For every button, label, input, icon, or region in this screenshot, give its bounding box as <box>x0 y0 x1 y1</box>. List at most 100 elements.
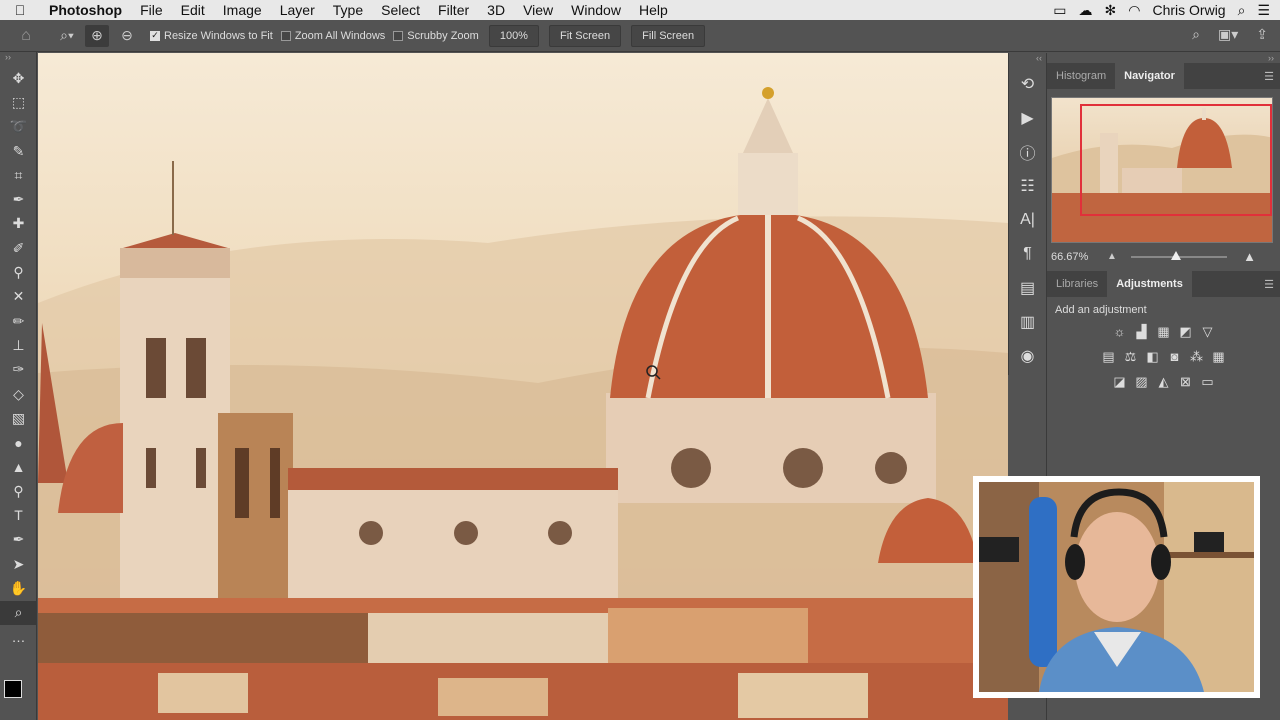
navigator-preview[interactable] <box>1051 97 1273 243</box>
move-tool-icon[interactable]: ✥ <box>0 66 37 90</box>
posterize-icon[interactable]: ▨ <box>1134 374 1150 390</box>
workspace-icon[interactable]: ▣▾ <box>1218 26 1238 43</box>
invert-icon[interactable]: ◪ <box>1112 374 1128 390</box>
search-icon[interactable]: ⌕ <box>1192 26 1200 43</box>
tab-libraries[interactable]: Libraries <box>1047 271 1107 297</box>
properties-icon[interactable]: ▤ <box>1009 271 1046 305</box>
paint-brush-icon[interactable]: ✏ <box>0 309 37 333</box>
eyedropper-tool-icon[interactable]: ✒ <box>0 187 37 211</box>
color-swatches[interactable] <box>4 680 32 708</box>
actions-play-icon[interactable]: ▶ <box>1009 101 1046 135</box>
type-tool-icon[interactable]: T <box>0 503 37 527</box>
levels-icon[interactable]: ▟ <box>1134 324 1150 340</box>
navigator-view-box[interactable] <box>1080 104 1272 216</box>
brush-tool-icon[interactable]: ✐ <box>0 236 37 260</box>
healing-brush-tool-icon[interactable]: ✚ <box>0 212 37 236</box>
hand-tool-icon[interactable]: ✋ <box>0 576 37 600</box>
apple-icon[interactable]:  <box>0 2 40 18</box>
clone-stamp-tool-icon[interactable]: ⚲ <box>0 260 37 284</box>
tool-presets-icon[interactable]: ◉ <box>1009 339 1046 373</box>
history-icon[interactable]: ⟲ <box>1009 67 1046 101</box>
history-brush-tool-icon[interactable]: ✕ <box>0 285 37 309</box>
paragraph-icon[interactable]: ¶ <box>1009 237 1046 271</box>
resize-windows-checkbox[interactable]: ✓ Resize Windows to Fit <box>150 30 273 42</box>
clone-source-icon[interactable]: ☷ <box>1009 169 1046 203</box>
home-icon[interactable]: ⌂ <box>0 27 52 45</box>
menu-app-name[interactable]: Photoshop <box>40 2 131 18</box>
selective-color-icon[interactable]: ⊠ <box>1178 374 1194 390</box>
menu-file[interactable]: File <box>131 2 172 18</box>
spotlight-search-icon[interactable]: ⌕ <box>1238 2 1246 19</box>
quick-selection-tool-icon[interactable]: ✎ <box>0 139 37 163</box>
menu-edit[interactable]: Edit <box>172 2 214 18</box>
tab-navigator[interactable]: Navigator <box>1115 63 1184 89</box>
dodge-tool-icon[interactable]: ⚲ <box>0 479 37 503</box>
info-icon[interactable]: ⓘ <box>1009 135 1046 169</box>
foreground-color[interactable] <box>4 680 22 698</box>
fill-screen-button[interactable]: Fill Screen <box>631 24 706 47</box>
gradient-map-icon[interactable]: ▭ <box>1200 374 1216 390</box>
zoom-in-mountain-icon[interactable]: ▲ <box>1243 249 1256 264</box>
channel-mixer-icon[interactable]: ⁂ <box>1189 349 1205 365</box>
black-white-icon[interactable]: ◧ <box>1145 349 1161 365</box>
hue-saturation-icon[interactable]: ▤ <box>1101 349 1117 365</box>
wifi-icon[interactable]: ◠ <box>1128 2 1140 19</box>
collapse-panels-icon[interactable]: ›› <box>1047 53 1280 63</box>
share-icon[interactable]: ⇪ <box>1256 26 1268 43</box>
zoom-out-icon[interactable]: ⊖ <box>115 25 139 47</box>
zoom-out-mountain-icon[interactable]: ▲ <box>1107 251 1117 262</box>
tab-adjustments[interactable]: Adjustments <box>1107 271 1192 297</box>
sharpen-tool-icon[interactable]: ▲ <box>0 455 37 479</box>
document-canvas[interactable] <box>38 53 1008 720</box>
scrubby-zoom-checkbox[interactable]: Scrubby Zoom <box>393 30 479 42</box>
user-name[interactable]: Chris Orwig <box>1152 2 1225 18</box>
character-icon[interactable]: A| <box>1009 203 1046 237</box>
bluetooth-icon[interactable]: ✻ <box>1105 2 1117 19</box>
tab-histogram[interactable]: Histogram <box>1047 63 1115 89</box>
display-icon[interactable]: ▭ <box>1053 2 1066 19</box>
cloud-icon[interactable]: ☁ <box>1079 2 1093 19</box>
panel-menu-icon[interactable]: ☰ <box>1264 278 1274 291</box>
vibrance-icon[interactable]: ▽ <box>1200 324 1216 340</box>
menu-image[interactable]: Image <box>214 2 271 18</box>
color-balance-icon[interactable]: ⚖ <box>1123 349 1139 365</box>
navigator-zoom-value[interactable]: 66.67% <box>1051 251 1088 263</box>
art-history-brush-icon[interactable]: ✑ <box>0 358 37 382</box>
more-tools-icon[interactable]: … <box>0 625 37 649</box>
zoom-all-windows-checkbox[interactable]: Zoom All Windows <box>280 30 385 42</box>
panel-menu-icon[interactable]: ☰ <box>1264 70 1274 83</box>
zoom-in-icon[interactable]: ⊕ <box>85 24 109 47</box>
menu-view[interactable]: View <box>514 2 562 18</box>
brightness-icon[interactable]: ☼ <box>1112 324 1128 339</box>
menu-type[interactable]: Type <box>324 2 372 18</box>
collapse-toolbar-icon[interactable]: ›› <box>0 52 36 66</box>
zoom-100-button[interactable]: 100% <box>488 24 539 47</box>
curves-icon[interactable]: ▦ <box>1156 324 1172 340</box>
collapse-strip-icon[interactable]: ‹‹ <box>1009 53 1046 67</box>
pen-tool-icon[interactable]: ✒ <box>0 528 37 552</box>
menu-3d[interactable]: 3D <box>478 2 514 18</box>
menu-layer[interactable]: Layer <box>271 2 324 18</box>
eraser-tool-icon[interactable]: ◇ <box>0 382 37 406</box>
zoom-tool-preset-icon[interactable]: ⌕▾ <box>55 25 79 47</box>
blur-tool-icon[interactable]: ● <box>0 430 37 454</box>
color-lookup-icon[interactable]: ▦ <box>1211 349 1227 365</box>
menu-window[interactable]: Window <box>562 2 630 18</box>
notes-icon[interactable]: ▥ <box>1009 305 1046 339</box>
fit-screen-button[interactable]: Fit Screen <box>548 24 622 47</box>
navigator-zoom-knob[interactable] <box>1171 251 1181 260</box>
crop-tool-icon[interactable]: ⌗ <box>0 163 37 187</box>
menu-select[interactable]: Select <box>372 2 429 18</box>
menu-filter[interactable]: Filter <box>429 2 478 18</box>
menu-help[interactable]: Help <box>630 2 677 18</box>
stamp-icon[interactable]: ⊥ <box>0 333 37 357</box>
lasso-tool-icon[interactable]: ➰ <box>0 115 37 139</box>
photo-filter-icon[interactable]: ◙ <box>1167 349 1183 364</box>
notification-center-icon[interactable]: ☰ <box>1257 2 1270 19</box>
path-selection-tool-icon[interactable]: ➤ <box>0 552 37 576</box>
marquee-tool-icon[interactable]: ⬚ <box>0 90 37 114</box>
zoom-tool-icon[interactable]: ⌕ <box>0 600 37 625</box>
gradient-tool-icon[interactable]: ▧ <box>0 406 37 430</box>
threshold-icon[interactable]: ◭ <box>1156 374 1172 390</box>
exposure-icon[interactable]: ◩ <box>1178 324 1194 340</box>
